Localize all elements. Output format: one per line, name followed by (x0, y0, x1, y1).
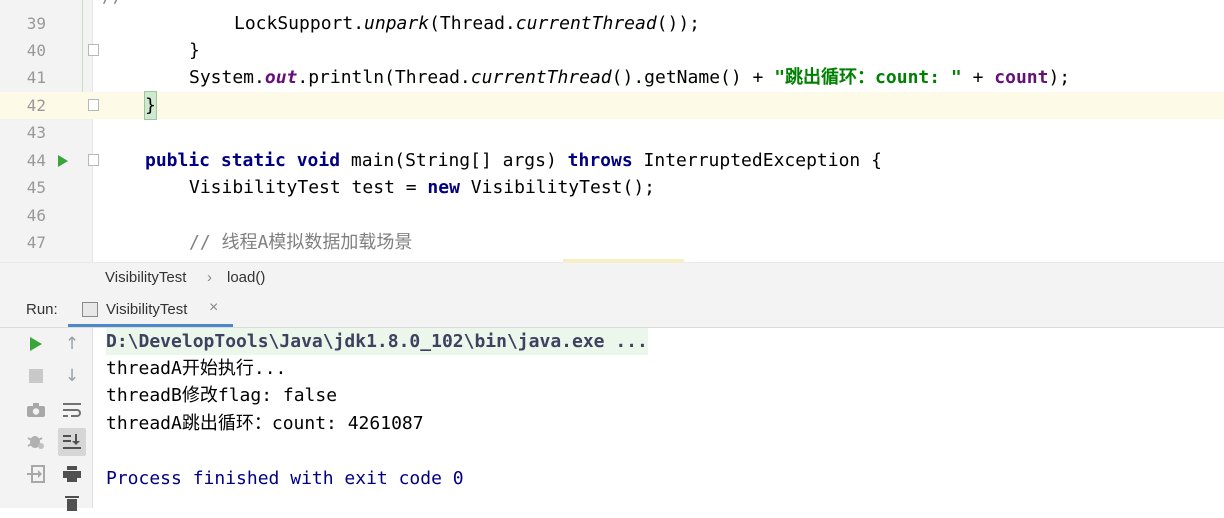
line-number: 41 (26, 68, 46, 87)
close-tab-icon[interactable]: × (209, 299, 218, 317)
line-number: 46 (26, 206, 46, 225)
code-token: } (145, 95, 156, 116)
console-output-line: threadA跳出循环：count: 4261087 (106, 413, 424, 434)
console-toolbar: ↑ ↓ (0, 328, 93, 511)
code-token: currentThread (470, 67, 612, 88)
code-token: throws (567, 150, 633, 171)
code-line: 40 } (0, 37, 1224, 64)
code-fragment: // (102, 0, 124, 10)
code-token: "跳出循环：count: " (774, 67, 962, 88)
run-label: Run: (26, 301, 58, 318)
line-number: 44 (26, 151, 46, 170)
soft-wrap-icon[interactable] (60, 398, 84, 422)
camera-icon[interactable] (24, 398, 48, 422)
code-token: + (961, 67, 995, 88)
code-token: ()); (656, 13, 701, 34)
debug-icon[interactable] (24, 429, 48, 453)
scroll-to-end-icon[interactable] (58, 428, 86, 456)
code-token: LockSupport. (234, 13, 365, 34)
console-icon (82, 302, 98, 317)
line-number: 47 (26, 233, 46, 252)
code-editor[interactable]: // 39 LockSupport.unpark(Thread.currentT… (0, 0, 1224, 262)
fold-marker-icon[interactable] (88, 44, 99, 56)
code-line: 43 (0, 119, 1224, 146)
code-token: unpark (364, 13, 430, 34)
line-number: 45 (26, 178, 46, 197)
code-token: // 线程A模拟数据加载场景 (189, 232, 413, 253)
code-line: 46 (0, 202, 1224, 229)
scroll-highlight (563, 259, 684, 263)
console-output-line: threadA开始执行... (106, 358, 287, 379)
line-number: 42 (26, 96, 46, 115)
breadcrumb: VisibilityTest › load() (0, 259, 1224, 293)
code-token: .println(Thread. (297, 67, 471, 88)
code-token: VisibilityTest(); (459, 177, 656, 198)
exit-icon[interactable] (24, 462, 48, 486)
down-arrow-icon[interactable]: ↓ (60, 364, 84, 388)
run-tab[interactable]: VisibilityTest × (68, 293, 233, 327)
code-line: 47 // 线程A模拟数据加载场景 (0, 229, 1224, 256)
code-token: System. (189, 67, 265, 88)
stop-icon[interactable] (24, 364, 48, 388)
code-text[interactable]: System.out.println(Thread.currentThread(… (189, 64, 1070, 91)
code-token: main(String[] args) (340, 150, 568, 171)
code-token: VisibilityTest test = (189, 177, 428, 198)
code-token: out (264, 67, 298, 88)
line-number: 39 (26, 14, 46, 33)
run-console[interactable]: ↑ ↓ D:\DevelopTools\Java\jdk1.8.0_102\bi… (0, 328, 1224, 511)
breadcrumb-separator: › (207, 269, 212, 286)
console-exit-message: Process finished with exit code 0 (106, 468, 464, 489)
current-code-line: 42 } (0, 91, 1224, 120)
code-text[interactable]: VisibilityTest test = new VisibilityTest… (189, 174, 655, 201)
code-token: ().getName() + (611, 67, 775, 88)
code-line: 45 VisibilityTest test = new VisibilityT… (0, 174, 1224, 201)
code-line: 44 public static void main(String[] args… (0, 147, 1224, 174)
code-text[interactable]: public static void main(String[] args) t… (145, 147, 882, 174)
fold-marker-icon[interactable] (88, 154, 99, 166)
code-line: 41 System.out.println(Thread.currentThre… (0, 64, 1224, 91)
code-text[interactable]: } (144, 91, 157, 120)
code-line: 39 LockSupport.unpark(Thread.currentThre… (0, 10, 1224, 37)
code-token: InterruptedException { (632, 150, 882, 171)
run-tab-title: VisibilityTest (106, 301, 188, 318)
print-icon[interactable] (60, 462, 84, 486)
breadcrumb-method[interactable]: load() (227, 269, 265, 286)
code-token: ); (1048, 67, 1071, 88)
console-output-line: threadB修改flag: false (106, 385, 338, 406)
code-token: currentThread (515, 13, 657, 34)
code-text[interactable]: LockSupport.unpark(Thread.currentThread(… (234, 10, 700, 37)
up-arrow-icon[interactable]: ↑ (60, 332, 84, 356)
code-token: public static void (145, 150, 341, 171)
code-text[interactable]: } (189, 37, 200, 64)
code-token: new (427, 177, 460, 198)
code-line: // (0, 0, 1224, 10)
code-token: } (189, 40, 200, 61)
trash-icon[interactable] (60, 491, 84, 515)
fold-marker-icon[interactable] (88, 99, 99, 111)
breadcrumb-class[interactable]: VisibilityTest (105, 269, 186, 286)
line-number: 40 (26, 41, 46, 60)
line-number: 43 (26, 123, 46, 142)
code-token: (Thread. (429, 13, 516, 34)
code-text[interactable]: // 线程A模拟数据加载场景 (189, 229, 412, 256)
run-main-icon[interactable] (58, 155, 68, 167)
run-icon[interactable] (24, 332, 48, 356)
run-tool-window-header: Run: VisibilityTest × (0, 293, 1224, 328)
console-command-line[interactable]: D:\DevelopTools\Java\jdk1.8.0_102\bin\ja… (106, 328, 648, 355)
code-token: count (994, 67, 1049, 88)
